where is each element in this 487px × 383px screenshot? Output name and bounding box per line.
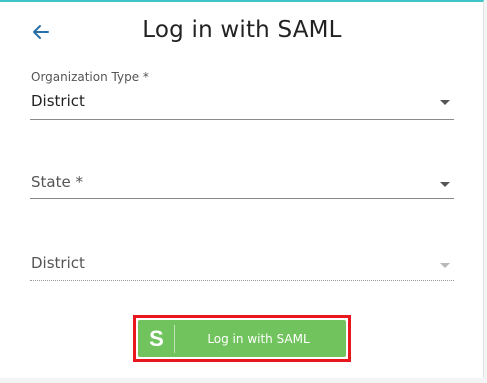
saml-login-label: Log in with SAML	[207, 331, 310, 346]
state-label: State *	[31, 173, 83, 191]
state-select[interactable]: State *	[30, 170, 454, 202]
organization-type-select[interactable]: Organization Type * District	[30, 70, 454, 122]
district-select[interactable]: District	[30, 251, 454, 283]
chevron-down-icon	[440, 182, 450, 187]
saml-button-highlight: S Log in with SAML	[133, 315, 351, 362]
district-underline	[30, 280, 454, 281]
state-underline	[30, 198, 454, 199]
organization-type-label: Organization Type *	[31, 70, 149, 84]
saml-login-button[interactable]: S Log in with SAML	[138, 320, 346, 357]
district-label: District	[31, 254, 85, 272]
organization-type-underline	[30, 119, 454, 120]
login-card: Log in with SAML Organization Type * Dis…	[0, 0, 484, 378]
saml-logo-icon: S	[139, 324, 175, 353]
organization-type-value: District	[31, 92, 85, 110]
chevron-down-icon	[440, 100, 450, 105]
page-title: Log in with SAML	[142, 17, 342, 43]
chevron-down-icon	[440, 263, 450, 268]
